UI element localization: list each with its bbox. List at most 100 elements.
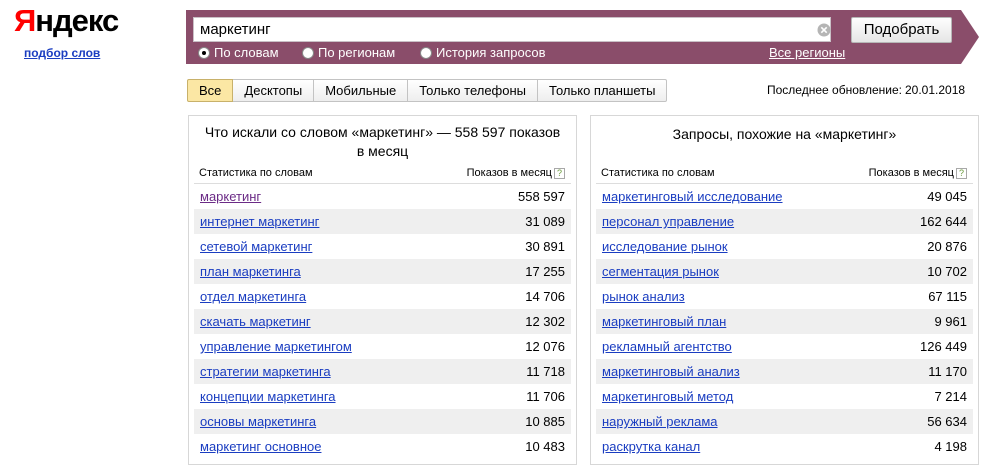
impressions-count: 67 115	[928, 289, 967, 304]
impressions-count: 12 302	[525, 314, 565, 329]
tab-all[interactable]: Все	[187, 79, 234, 102]
impressions-count: 558 597	[518, 189, 565, 204]
table-row: маркетинговый анализ 11 170	[596, 359, 973, 384]
column-words: Статистика по словам	[601, 167, 715, 179]
logo-rest: ндекс	[35, 3, 119, 38]
keyword-link[interactable]: скачать маркетинг	[200, 314, 311, 329]
stats-table: Статистика по словам Показов в месяц? ма…	[596, 165, 973, 459]
logo-letter: Я	[14, 3, 36, 38]
table-body: маркетинг 558 597 интернет маркетинг 31 089…	[194, 184, 571, 459]
search-bar: маркетинг Подобрать По словам По региона…	[186, 10, 979, 64]
column-shows-label: Показов в месяц	[466, 167, 552, 179]
table-row: маркетинг 558 597	[194, 184, 571, 209]
help-icon[interactable]: ?	[956, 168, 967, 179]
table-row: наружный реклама 56 634	[596, 409, 973, 434]
mode-by-regions[interactable]: По регионам	[302, 45, 395, 60]
keyword-link[interactable]: наружный реклама	[602, 414, 718, 429]
last-updated-date: 20.01.2018	[904, 83, 966, 97]
keyword-link[interactable]: интернет маркетинг	[200, 214, 319, 229]
column-shows-label: Показов в месяц	[868, 167, 954, 179]
service-name-link[interactable]: подбор слов	[24, 46, 124, 60]
keyword-link[interactable]: управление маркетингом	[200, 339, 352, 354]
table-row: раскрутка канал 4 198	[596, 434, 973, 459]
impressions-count: 10 483	[525, 439, 565, 454]
impressions-count: 56 634	[927, 414, 967, 429]
impressions-count: 162 644	[920, 214, 967, 229]
impressions-count: 126 449	[920, 339, 967, 354]
column-shows: Показов в месяц?	[467, 167, 565, 183]
keyword-link[interactable]: рекламный агентство	[602, 339, 732, 354]
impressions-count: 14 706	[525, 289, 565, 304]
table-header: Статистика по словам Показов в месяц?	[194, 165, 571, 184]
impressions-count: 11 170	[928, 364, 967, 379]
table-row: исследование рынок 20 876	[596, 234, 973, 259]
impressions-count: 20 876	[927, 239, 967, 254]
impressions-count: 11 706	[526, 389, 565, 404]
mode-by-words[interactable]: По словам	[198, 45, 279, 60]
impressions-count: 31 089	[525, 214, 565, 229]
keyword-link[interactable]: отдел маркетинга	[200, 289, 306, 304]
all-regions-link[interactable]: Все регионы	[769, 45, 845, 60]
table-row: план маркетинга 17 255	[194, 259, 571, 284]
impressions-count: 17 255	[525, 264, 565, 279]
keyword-link[interactable]: стратегии маркетинга	[200, 364, 331, 379]
table-row: сегментация рынок 10 702	[596, 259, 973, 284]
table-row: управление маркетингом 12 076	[194, 334, 571, 359]
submit-button[interactable]: Подобрать	[851, 17, 952, 43]
radio-icon[interactable]	[420, 46, 432, 59]
table-row: персонал управление 162 644	[596, 209, 973, 234]
panel-title: Что искали со словом «маркетинг» — 558 5…	[204, 124, 561, 159]
yandex-logo[interactable]: Яндекс	[14, 4, 124, 38]
keyword-link[interactable]: план маркетинга	[200, 264, 301, 279]
impressions-count: 9 961	[934, 314, 967, 329]
table-row: маркетинговый исследование 49 045	[596, 184, 973, 209]
impressions-count: 4 198	[934, 439, 967, 454]
search-input[interactable]: маркетинг	[193, 17, 831, 42]
panel-title: Запросы, похожие на «маркетинг»	[672, 126, 897, 142]
keyword-link[interactable]: основы маркетинга	[200, 414, 316, 429]
keyword-link[interactable]: маркетинговый метод	[602, 389, 733, 404]
impressions-count: 10 702	[927, 264, 967, 279]
help-icon[interactable]: ?	[554, 168, 565, 179]
impressions-count: 12 076	[525, 339, 565, 354]
impressions-count: 11 718	[526, 364, 565, 379]
radio-label: По регионам	[318, 45, 396, 60]
keyword-link[interactable]: персонал управление	[602, 214, 734, 229]
keyword-link[interactable]: сегментация рынок	[602, 264, 719, 279]
keyword-link[interactable]: маркетинговый план	[602, 314, 726, 329]
keyword-link[interactable]: раскрутка канал	[602, 439, 700, 454]
radio-icon[interactable]	[198, 46, 210, 59]
keyword-link[interactable]: рынок анализ	[602, 289, 685, 304]
impressions-count: 10 885	[525, 414, 565, 429]
table-body: маркетинговый исследование 49 045 персонал…	[596, 184, 973, 459]
last-updated-label: Последнее обновление:	[767, 83, 902, 97]
tab-desktops[interactable]: Десктопы	[233, 79, 315, 102]
keyword-link[interactable]: маркетинговый анализ	[602, 364, 740, 379]
logo-block: Яндекс подбор слов	[14, 4, 124, 61]
word-stats-panel: Что искали со словом «маркетинг» — 558 5…	[188, 115, 577, 465]
keyword-link[interactable]: исследование рынок	[602, 239, 728, 254]
radio-icon[interactable]	[302, 46, 314, 59]
table-row: стратегии маркетинга 11 718	[194, 359, 571, 384]
table-row: маркетинговый метод 7 214	[596, 384, 973, 409]
stats-table: Статистика по словам Показов в месяц? ма…	[194, 165, 571, 459]
keyword-link[interactable]: маркетинг основное	[200, 439, 321, 454]
keyword-link[interactable]: маркетинг	[200, 189, 261, 204]
keyword-link[interactable]: сетевой маркетинг	[200, 239, 312, 254]
table-row: сетевой маркетинг 30 891	[194, 234, 571, 259]
column-words: Статистика по словам	[199, 167, 313, 179]
tab-phones[interactable]: Только телефоны	[408, 79, 539, 102]
similar-queries-panel: Запросы, похожие на «маркетинг» Статисти…	[590, 115, 979, 465]
impressions-count: 7 214	[934, 389, 967, 404]
clear-icon[interactable]	[817, 23, 831, 37]
keyword-link[interactable]: концепции маркетинга	[200, 389, 336, 404]
mode-history[interactable]: История запросов	[420, 45, 546, 60]
impressions-count: 49 045	[927, 189, 967, 204]
tab-tablets[interactable]: Только планшеты	[538, 79, 668, 102]
table-row: основы маркетинга 10 885	[194, 409, 571, 434]
last-updated: Последнее обновление: 20.01.2018	[767, 83, 965, 97]
table-row: рекламный агентство 126 449	[596, 334, 973, 359]
table-row: концепции маркетинга 11 706	[194, 384, 571, 409]
tab-mobile[interactable]: Мобильные	[314, 79, 409, 102]
keyword-link[interactable]: маркетинговый исследование	[602, 189, 783, 204]
